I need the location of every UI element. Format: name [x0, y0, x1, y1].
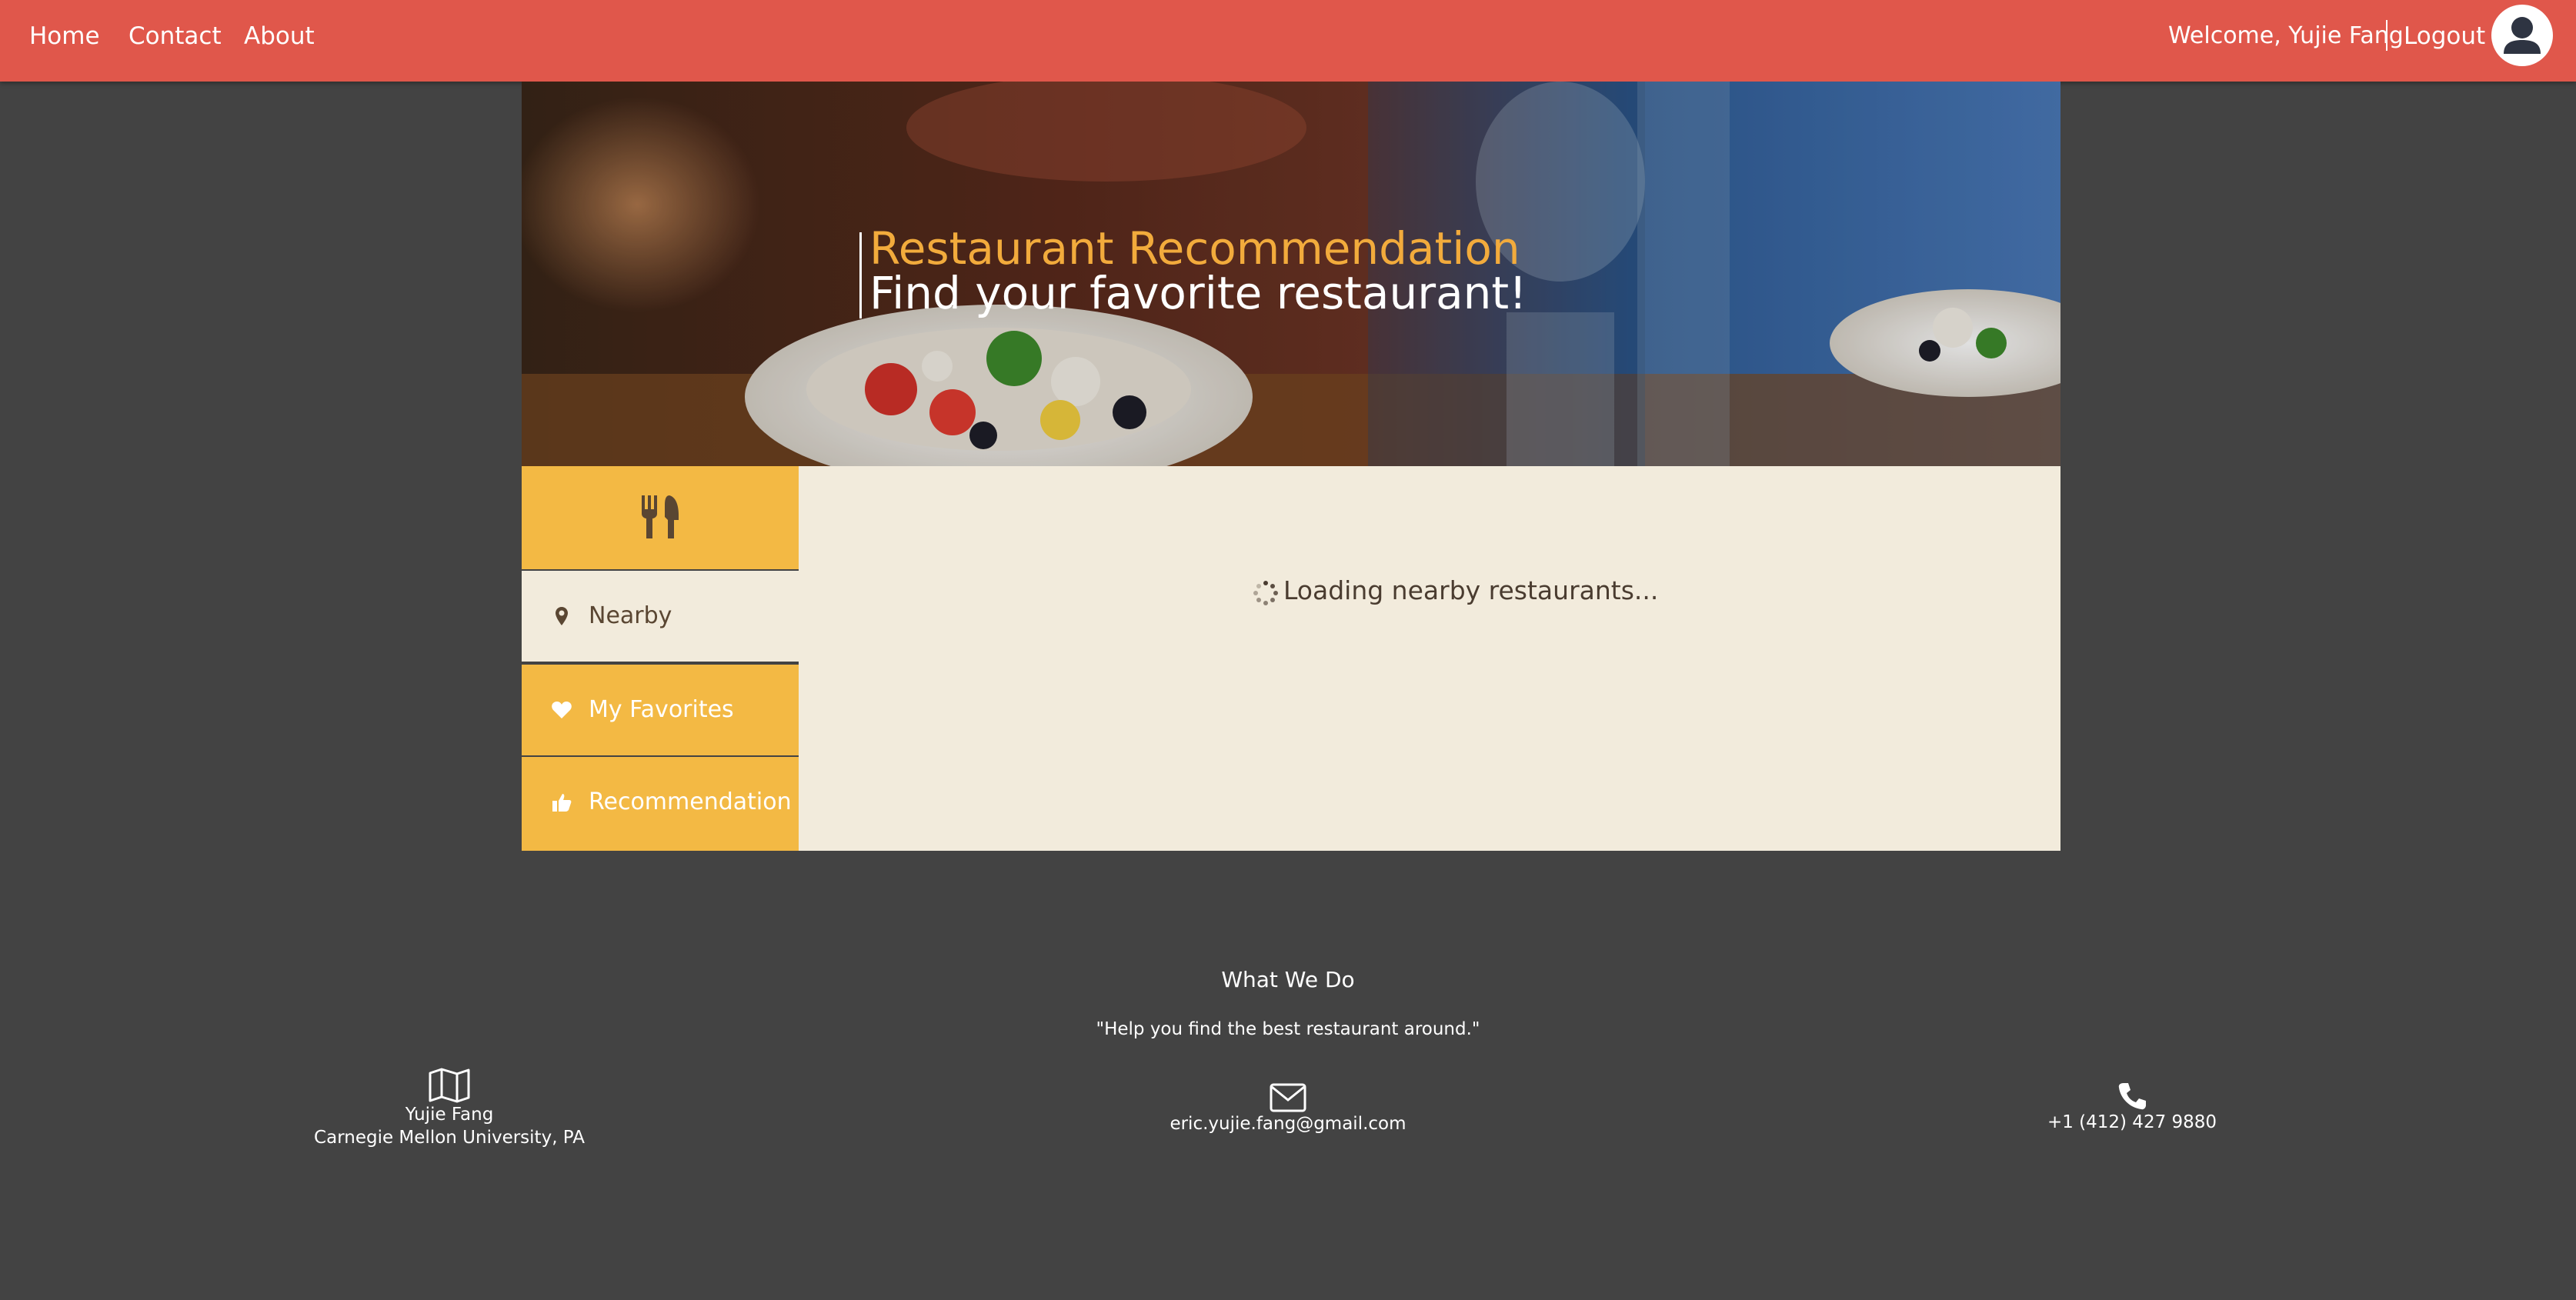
hero-title-bar [859, 232, 862, 318]
footer-phone: +1 (412) 427 9880 [1978, 1082, 2286, 1134]
content-panel: Loading nearby restaurants... [799, 466, 2060, 851]
heart-icon [552, 702, 572, 718]
nav-home-link[interactable]: Home [29, 21, 100, 52]
footer-email-address[interactable]: eric.yujie.fang@gmail.com [1096, 1112, 1480, 1135]
utensils-icon [642, 495, 679, 538]
side-item-label: Recommendation [589, 788, 792, 815]
footer-address-name: Yujie Fang [405, 1105, 494, 1125]
footer-quote: "Help you find the best restaurant aroun… [1096, 1019, 1480, 1039]
thumbs-up-icon [552, 794, 572, 812]
nav-contact-link[interactable]: Contact [128, 21, 222, 52]
footer-address-place: Carnegie Mellon University, PA [314, 1128, 585, 1148]
envelope-icon [1270, 1083, 1306, 1112]
logout-link[interactable]: Logout [2404, 21, 2485, 52]
hero-subtitle: Find your favorite restaurant! [869, 267, 1527, 319]
nav-divider [2386, 20, 2387, 51]
side-item-my-favorites[interactable]: My Favorites [522, 665, 799, 755]
nav-about-link[interactable]: About [244, 21, 315, 52]
footer-address: Yujie Fang Carnegie Mellon University, P… [295, 1068, 603, 1149]
welcome-text: Welcome, Yujie Fang [2168, 22, 2404, 49]
side-item-label: Nearby [589, 602, 672, 629]
loading-text: Loading nearby restaurants... [1283, 575, 1659, 605]
footer-email: eric.yujie.fang@gmail.com [1096, 1083, 1480, 1135]
phone-icon [2118, 1083, 2146, 1110]
user-avatar-icon[interactable] [2491, 5, 2553, 66]
footer-title: What We Do [1221, 967, 1355, 992]
side-menu-header [522, 466, 799, 569]
map-pin-icon [556, 607, 568, 625]
top-nav: Home Contact About Welcome, Yujie Fang L… [0, 0, 2576, 82]
loading-spinner-icon [1253, 581, 1278, 605]
side-menu: Nearby My Favorites Recommendation [522, 466, 799, 851]
hero-banner: Restaurant Recommendation Find your favo… [522, 82, 2060, 466]
side-item-nearby[interactable]: Nearby [522, 571, 799, 662]
side-item-label: My Favorites [589, 696, 734, 723]
map-icon [429, 1068, 470, 1103]
hero-title: Restaurant Recommendation [869, 222, 1520, 275]
footer-phone-number[interactable]: +1 (412) 427 9880 [1978, 1111, 2286, 1134]
side-item-recommendation[interactable]: Recommendation [522, 757, 799, 851]
